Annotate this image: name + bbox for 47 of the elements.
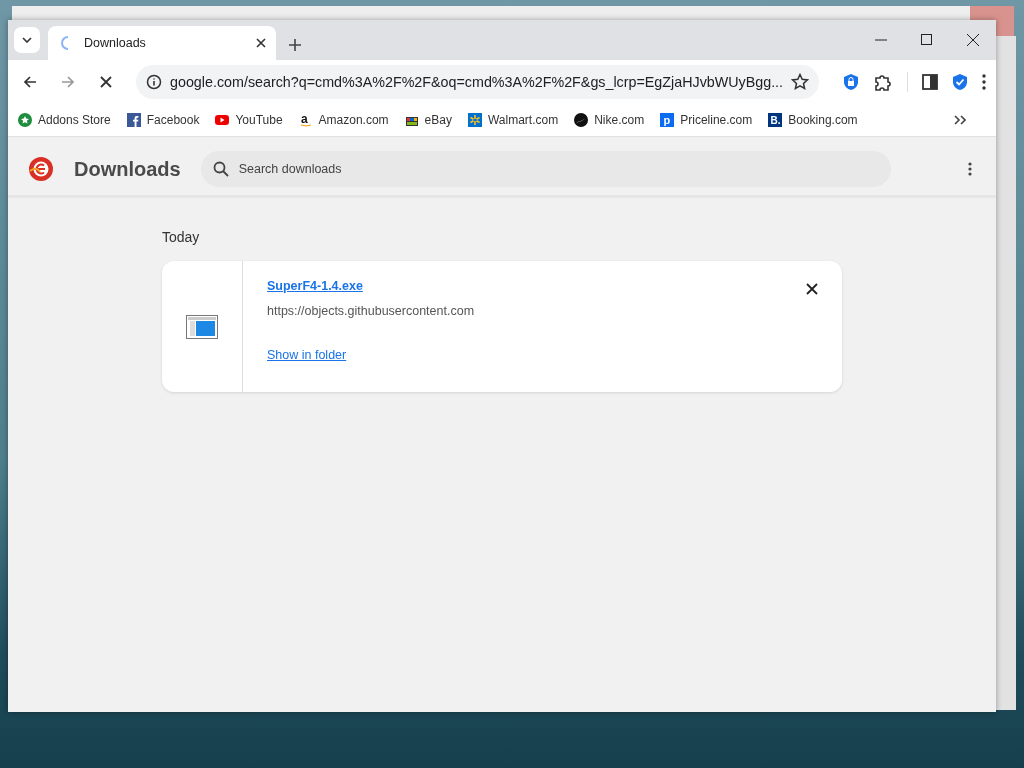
- more-icon[interactable]: [968, 162, 972, 176]
- file-name-link[interactable]: SuperF4-1.4.exe: [267, 279, 363, 293]
- side-panel-icon[interactable]: [922, 74, 939, 90]
- swoosh-icon: [574, 113, 589, 127]
- star-circle-icon: [18, 113, 32, 127]
- search-input[interactable]: Search downloads: [236, 161, 879, 177]
- close-icon: [100, 76, 112, 88]
- search-icon: [212, 161, 229, 177]
- letter-b-icon: B.: [768, 113, 783, 127]
- shield-check-icon[interactable]: [952, 73, 969, 91]
- letter-p-icon: p: [660, 113, 675, 127]
- logo-icon: [28, 156, 54, 182]
- file-icon: [186, 314, 218, 339]
- play-icon: [215, 113, 230, 127]
- bookmark[interactable]: Addons Store: [18, 113, 111, 127]
- minimize-icon: [875, 39, 887, 41]
- section-heading: Today: [162, 229, 200, 245]
- shield-lock-icon[interactable]: [843, 73, 860, 91]
- bookmark[interactable]: a Amazon.com: [298, 113, 389, 127]
- letter-f-icon: [126, 113, 141, 127]
- star-icon[interactable]: [791, 73, 810, 91]
- back-arrow-icon: [23, 75, 37, 89]
- plus-icon[interactable]: [288, 38, 302, 52]
- close-icon[interactable]: [256, 38, 266, 48]
- maximize-icon: [921, 34, 933, 46]
- info-icon[interactable]: [146, 74, 162, 90]
- bookmark[interactable]: Walmart.com: [467, 113, 559, 127]
- show-in-folder-link[interactable]: Show in folder: [267, 348, 347, 362]
- bookmark[interactable]: Facebook: [126, 113, 200, 127]
- puzzle-icon[interactable]: [873, 72, 894, 92]
- source-url: https://objects.githubusercontent.com: [267, 304, 475, 318]
- menu-icon[interactable]: [982, 74, 987, 90]
- chevron-icon: [22, 37, 32, 43]
- bookmark[interactable]: Nike.com: [574, 113, 645, 127]
- bookmark[interactable]: YouTube: [215, 113, 283, 127]
- forward-arrow-icon: [61, 75, 75, 89]
- spark-icon: [467, 113, 482, 127]
- address-bar[interactable]: google.com/search?q=cmd%3A%2F%2F&oq=cmd%3A%2F%2F&gs_lcrp=EgZjaHJvbWUyBgg...: [136, 65, 820, 99]
- bookmark[interactable]: p Priceline.com: [660, 113, 753, 127]
- browser-tab[interactable]: Downloads: [48, 26, 276, 60]
- search-field[interactable]: Search downloads: [200, 151, 891, 187]
- bookmark[interactable]: eBay: [404, 113, 452, 127]
- page-title: Downloads: [74, 157, 181, 181]
- tab-search-button[interactable]: [14, 27, 40, 53]
- chevron-double-icon[interactable]: [954, 115, 966, 125]
- bookmark[interactable]: B. Booking.com: [768, 113, 858, 127]
- close-icon: [967, 34, 979, 46]
